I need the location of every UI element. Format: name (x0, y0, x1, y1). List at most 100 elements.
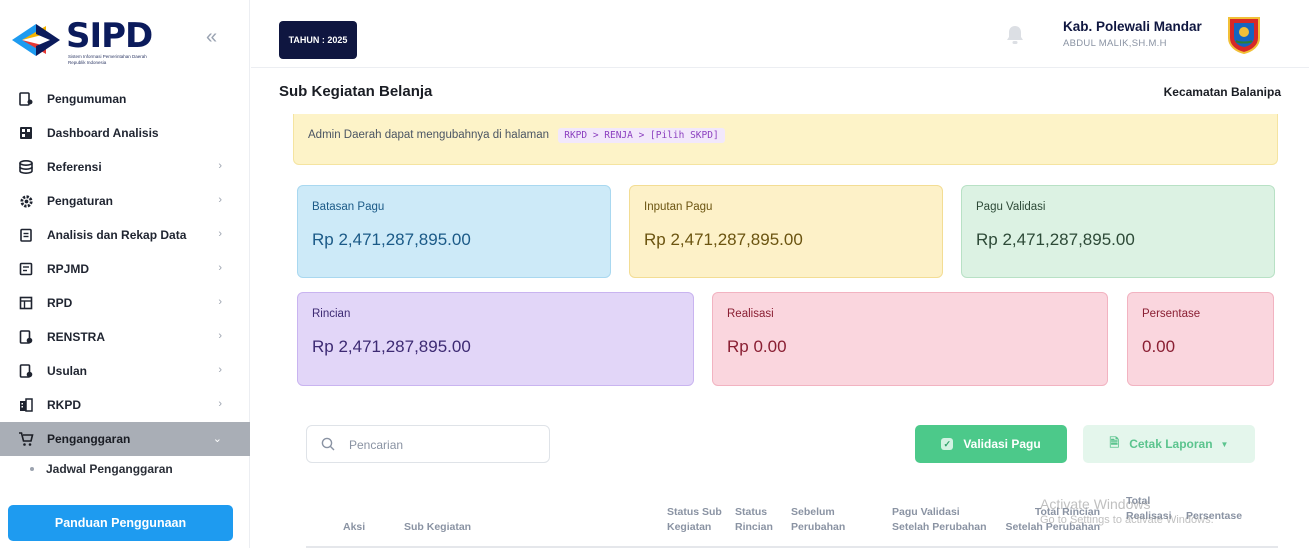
check-icon: ✓ (941, 438, 954, 450)
column-status-sub-kegiatan: Status Sub Kegiatan (667, 505, 722, 535)
gear-icon (18, 193, 34, 209)
header-line: Status (735, 506, 768, 518)
cart-icon (18, 431, 34, 447)
chevron-right-icon: › (218, 330, 222, 342)
header-line: Pagu Validasi (892, 506, 960, 518)
topbar: TAHUN : 2025 Kab. Polewali Mandar ABDUL … (251, 0, 1309, 68)
cetak-laporan-button[interactable]: 🗎 Cetak Laporan ▼ (1083, 425, 1255, 463)
sidebar-item-label: Dashboard Analisis (47, 126, 159, 140)
column-sebelum-perubahan: Sebelum Perubahan (791, 505, 845, 535)
file-gear-icon (18, 329, 34, 345)
column-persentase: Persentase (1186, 510, 1243, 522)
document-icon (18, 261, 34, 277)
sidebar-item-label: RKPD (47, 398, 82, 412)
header-line: Setelah Perubahan (1005, 521, 1100, 533)
sidebar-item-label: Pengumuman (47, 92, 127, 106)
search-icon (321, 437, 335, 451)
bell-icon[interactable] (1005, 24, 1025, 46)
collapse-sidebar-icon[interactable]: « (206, 26, 217, 49)
caret-down-icon: ▼ (1220, 439, 1229, 449)
sidebar-item-dashboard-analisis[interactable]: Dashboard Analisis (0, 116, 250, 150)
validasi-pagu-button[interactable]: ✓ Validasi Pagu (915, 425, 1067, 463)
bullet-icon (30, 467, 34, 471)
column-status-rincian: Status Rincian (735, 505, 773, 535)
region-name: Kab. Polewali Mandar (1063, 19, 1202, 34)
logo-subtitle: Sistem Informasi Pemerintahan Daerah Rep… (68, 54, 147, 65)
card-batasan-pagu: Batasan Pagu Rp 2,471,287,895.00 (297, 185, 611, 278)
sidebar-item-rpd[interactable]: RPD › (0, 286, 250, 320)
page-title: Sub Kegiatan Belanja (279, 83, 433, 100)
sidebar-item-rpjmd[interactable]: RPJMD › (0, 252, 250, 286)
report-icon: 🗎 (1109, 435, 1120, 450)
year-badge[interactable]: TAHUN : 2025 (279, 21, 357, 59)
sidebar-item-usulan[interactable]: Usulan › (0, 354, 250, 388)
card-persentase: Persentase 0.00 (1127, 292, 1274, 386)
card-value: Rp 0.00 (727, 337, 787, 356)
sidebar-item-label: Analisis dan Rekap Data (47, 228, 187, 242)
card-realisasi: Realisasi Rp 0.00 (712, 292, 1108, 386)
card-value: Rp 2,471,287,895.00 (312, 230, 471, 249)
database-icon (18, 159, 34, 175)
column-total-rincian: Total Rincian Setelah Perubahan (1004, 505, 1100, 535)
clipboard-icon (18, 227, 34, 243)
header-line: Perubahan (791, 521, 846, 533)
dashboard-icon (18, 125, 34, 141)
chevron-right-icon: › (218, 296, 222, 308)
chevron-right-icon: › (218, 228, 222, 240)
logo[interactable]: SIPD Sistem Informasi Pemerintahan Daera… (12, 14, 238, 70)
header-line: Sebelum (791, 506, 835, 518)
sidebar-item-label: Penganggaran (47, 432, 131, 446)
card-pagu-validasi: Pagu Validasi Rp 2,471,287,895.00 (961, 185, 1275, 278)
notice-path-code: RKPD > RENJA > [Pilih SKPD] (558, 128, 725, 143)
sidebar-item-label: Usulan (47, 364, 88, 378)
chevron-right-icon: › (218, 194, 222, 206)
region-emblem-icon[interactable] (1226, 14, 1262, 54)
header-line: Kegiatan (667, 521, 712, 533)
building-icon (18, 397, 34, 413)
chevron-right-icon: › (218, 160, 222, 172)
header-line: Realisasi (1126, 510, 1172, 522)
organization-name: Kecamatan Balanipa (1163, 85, 1281, 99)
sidebar-item-rkpd[interactable]: RKPD › (0, 388, 250, 422)
sidebar-item-referensi[interactable]: Referensi › (0, 150, 250, 184)
cetak-laporan-label: Cetak Laporan (1129, 437, 1213, 451)
sidebar-menu: Pengumuman Dashboard Analisis Referensi … (0, 82, 250, 482)
validasi-pagu-label: Validasi Pagu (963, 437, 1041, 451)
sidebar-item-pengaturan[interactable]: Pengaturan › (0, 184, 250, 218)
sidebar-item-renstra[interactable]: RENSTRA › (0, 320, 250, 354)
sidebar-item-analisis-rekap[interactable]: Analisis dan Rekap Data › (0, 218, 250, 252)
notice-banner: Admin Daerah dapat mengubahnya di halama… (293, 114, 1278, 165)
card-value: 0.00 (1142, 337, 1176, 356)
table-icon (18, 295, 34, 311)
sidebar-item-penganggaran[interactable]: Penganggaran ⌄ (0, 422, 250, 456)
header-line: Total Rincian (1034, 506, 1100, 518)
card-label: Batasan Pagu (312, 201, 385, 213)
logo-text: SIPD (66, 16, 153, 56)
sidebar-item-label: RPJMD (47, 262, 90, 276)
sidebar-item-label: Referensi (47, 160, 102, 174)
sidebar-subitem-jadwal-penganggaran[interactable]: Jadwal Penganggaran (0, 456, 250, 482)
search-input[interactable] (349, 434, 539, 456)
chevron-right-icon: › (218, 262, 222, 274)
card-value: Rp 2,471,287,895.00 (312, 337, 471, 356)
sidebar: SIPD Sistem Informasi Pemerintahan Daera… (0, 0, 250, 548)
header-line: Setelah Perubahan (892, 521, 987, 533)
panduan-penggunaan-button[interactable]: Panduan Penggunaan (8, 505, 233, 541)
page-header: Sub Kegiatan Belanja Kecamatan Balanipa (251, 68, 1309, 114)
chevron-right-icon: › (218, 364, 222, 376)
chevron-right-icon: › (218, 398, 222, 410)
card-value: Rp 2,471,287,895.00 (976, 230, 1135, 249)
sidebar-item-label: RPD (47, 296, 73, 310)
card-label: Rincian (312, 308, 351, 320)
chevron-down-icon: ⌄ (212, 433, 222, 445)
card-rincian: Rincian Rp 2,471,287,895.00 (297, 292, 694, 386)
header-line: Rincian (735, 521, 773, 533)
header-line: Status Sub (667, 506, 722, 518)
column-sub-kegiatan: Sub Kegiatan (404, 521, 472, 533)
card-value: Rp 2,471,287,895.00 (644, 230, 803, 249)
search-box[interactable] (306, 425, 550, 463)
card-label: Pagu Validasi (976, 201, 1046, 213)
notice-message: Admin Daerah dapat mengubahnya di halama… (308, 129, 550, 141)
sidebar-item-pengumuman[interactable]: Pengumuman (0, 82, 250, 116)
column-total-realisasi: Total Realisasi (1126, 494, 1172, 524)
